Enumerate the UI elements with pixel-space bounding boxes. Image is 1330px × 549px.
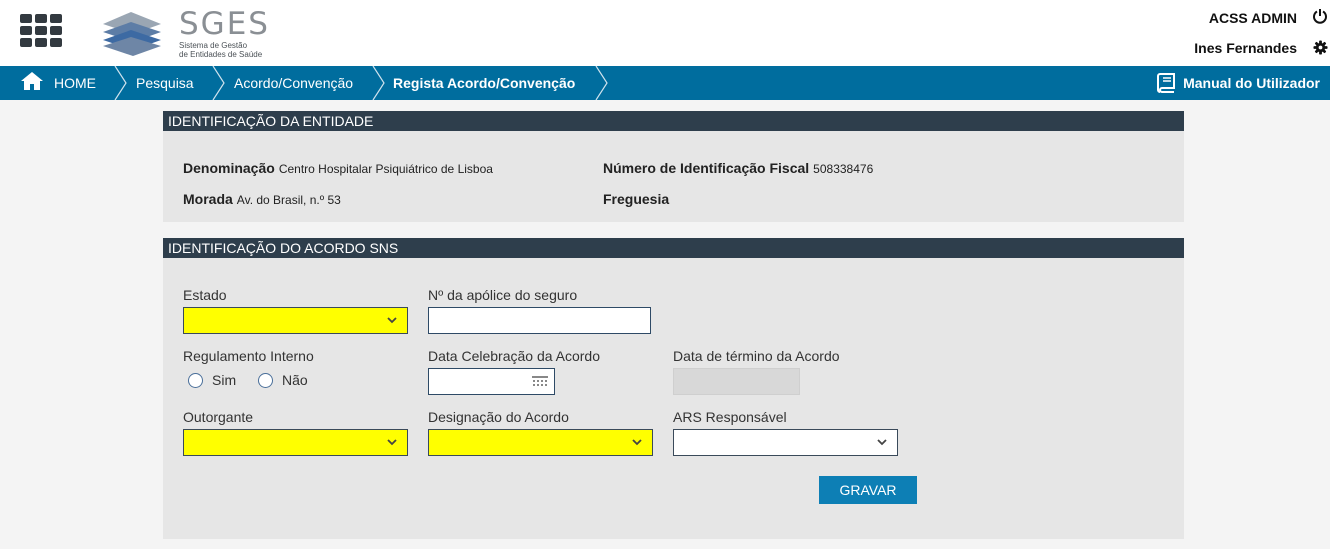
calendar-icon[interactable] <box>532 376 548 388</box>
estado-label: Estado <box>183 287 227 303</box>
user-manual-link[interactable]: Manual do Utilizador <box>1183 66 1320 100</box>
chevron-down-icon <box>632 439 642 446</box>
chevron-down-icon <box>877 439 887 446</box>
chevron-right-icon <box>212 66 225 100</box>
ars-select[interactable] <box>673 429 898 456</box>
save-button[interactable]: GRAVAR <box>819 476 917 504</box>
chevron-right-icon <box>372 66 385 100</box>
agreement-panel <box>163 258 1184 539</box>
designacao-select[interactable] <box>428 429 653 456</box>
nif-field: Número de Identificação Fiscal 508338476 <box>603 160 873 176</box>
breadcrumb-acordo[interactable]: Acordo/Convenção <box>234 66 353 100</box>
freguesia-label: Freguesia <box>603 191 670 207</box>
data-celebracao-label: Data Celebração da Acordo <box>428 348 600 364</box>
chevron-right-icon <box>114 66 127 100</box>
nif-value: 508338476 <box>813 162 874 176</box>
logo-title: SGES <box>179 6 270 42</box>
denominacao-field: Denominação Centro Hospitalar Psiquiátric… <box>183 160 493 176</box>
outorgante-select[interactable] <box>183 429 408 456</box>
regulamento-nao-radio[interactable] <box>258 373 273 388</box>
regulamento-sim-radio[interactable] <box>188 373 203 388</box>
home-icon[interactable] <box>20 71 44 91</box>
breadcrumb-pesquisa[interactable]: Pesquisa <box>136 66 194 100</box>
data-celebracao-input[interactable] <box>428 368 555 395</box>
entity-panel-title: IDENTIFICAÇÃO DA ENTIDADE <box>163 111 1184 131</box>
apps-grid-icon[interactable] <box>20 14 62 47</box>
chevron-down-icon <box>387 317 397 324</box>
gear-icon[interactable] <box>1313 40 1328 55</box>
power-icon[interactable] <box>1312 8 1328 24</box>
top-header: SGES Sistema de Gestão de Entidades de S… <box>0 0 1330 66</box>
morada-label: Morada <box>183 191 233 207</box>
agreement-panel-title: IDENTIFICAÇÃO DO ACORDO SNS <box>163 238 1184 258</box>
manual-book-icon[interactable] <box>1155 72 1177 94</box>
chevron-right-icon <box>595 66 608 100</box>
designacao-label: Designação do Acordo <box>428 409 569 425</box>
data-termino-input <box>673 368 800 395</box>
apolice-input[interactable] <box>428 307 651 334</box>
regulamento-label: Regulamento Interno <box>183 348 314 364</box>
entity-panel <box>163 131 1184 222</box>
nif-label: Número de Identificação Fiscal <box>603 160 810 176</box>
logo-mark-icon <box>103 12 161 56</box>
breadcrumb-current: Regista Acordo/Convenção <box>393 75 576 91</box>
chevron-down-icon <box>387 439 397 446</box>
user-name: Ines Fernandes <box>1194 40 1297 56</box>
regulamento-sim-label: Sim <box>212 372 237 388</box>
regulamento-nao-label: Não <box>282 372 308 388</box>
data-termino-label: Data de término da Acordo <box>673 348 840 364</box>
breadcrumb: HOME Pesquisa Acordo/Convenção Regista A… <box>0 66 1330 100</box>
breadcrumb-home[interactable]: HOME <box>54 66 96 100</box>
outorgante-label: Outorgante <box>183 409 254 425</box>
freguesia-field: Freguesia <box>603 191 673 207</box>
sges-logo[interactable]: SGES Sistema de Gestão de Entidades de S… <box>101 6 276 60</box>
apolice-label: Nº da apólice do seguro <box>428 287 578 303</box>
denominacao-label: Denominação <box>183 160 275 176</box>
denominacao-value: Centro Hospitalar Psiquiátrico de Lisboa <box>278 162 493 176</box>
ars-label: ARS Responsável <box>673 409 787 425</box>
estado-select[interactable] <box>183 307 408 334</box>
morada-field: Morada Av. do Brasil, n.º 53 <box>183 191 341 207</box>
logo-subtitle: Sistema de Gestão de Entidades de Saúde <box>179 41 263 59</box>
morada-value: Av. do Brasil, n.º 53 <box>236 193 341 207</box>
user-role: ACSS ADMIN <box>1208 10 1297 26</box>
